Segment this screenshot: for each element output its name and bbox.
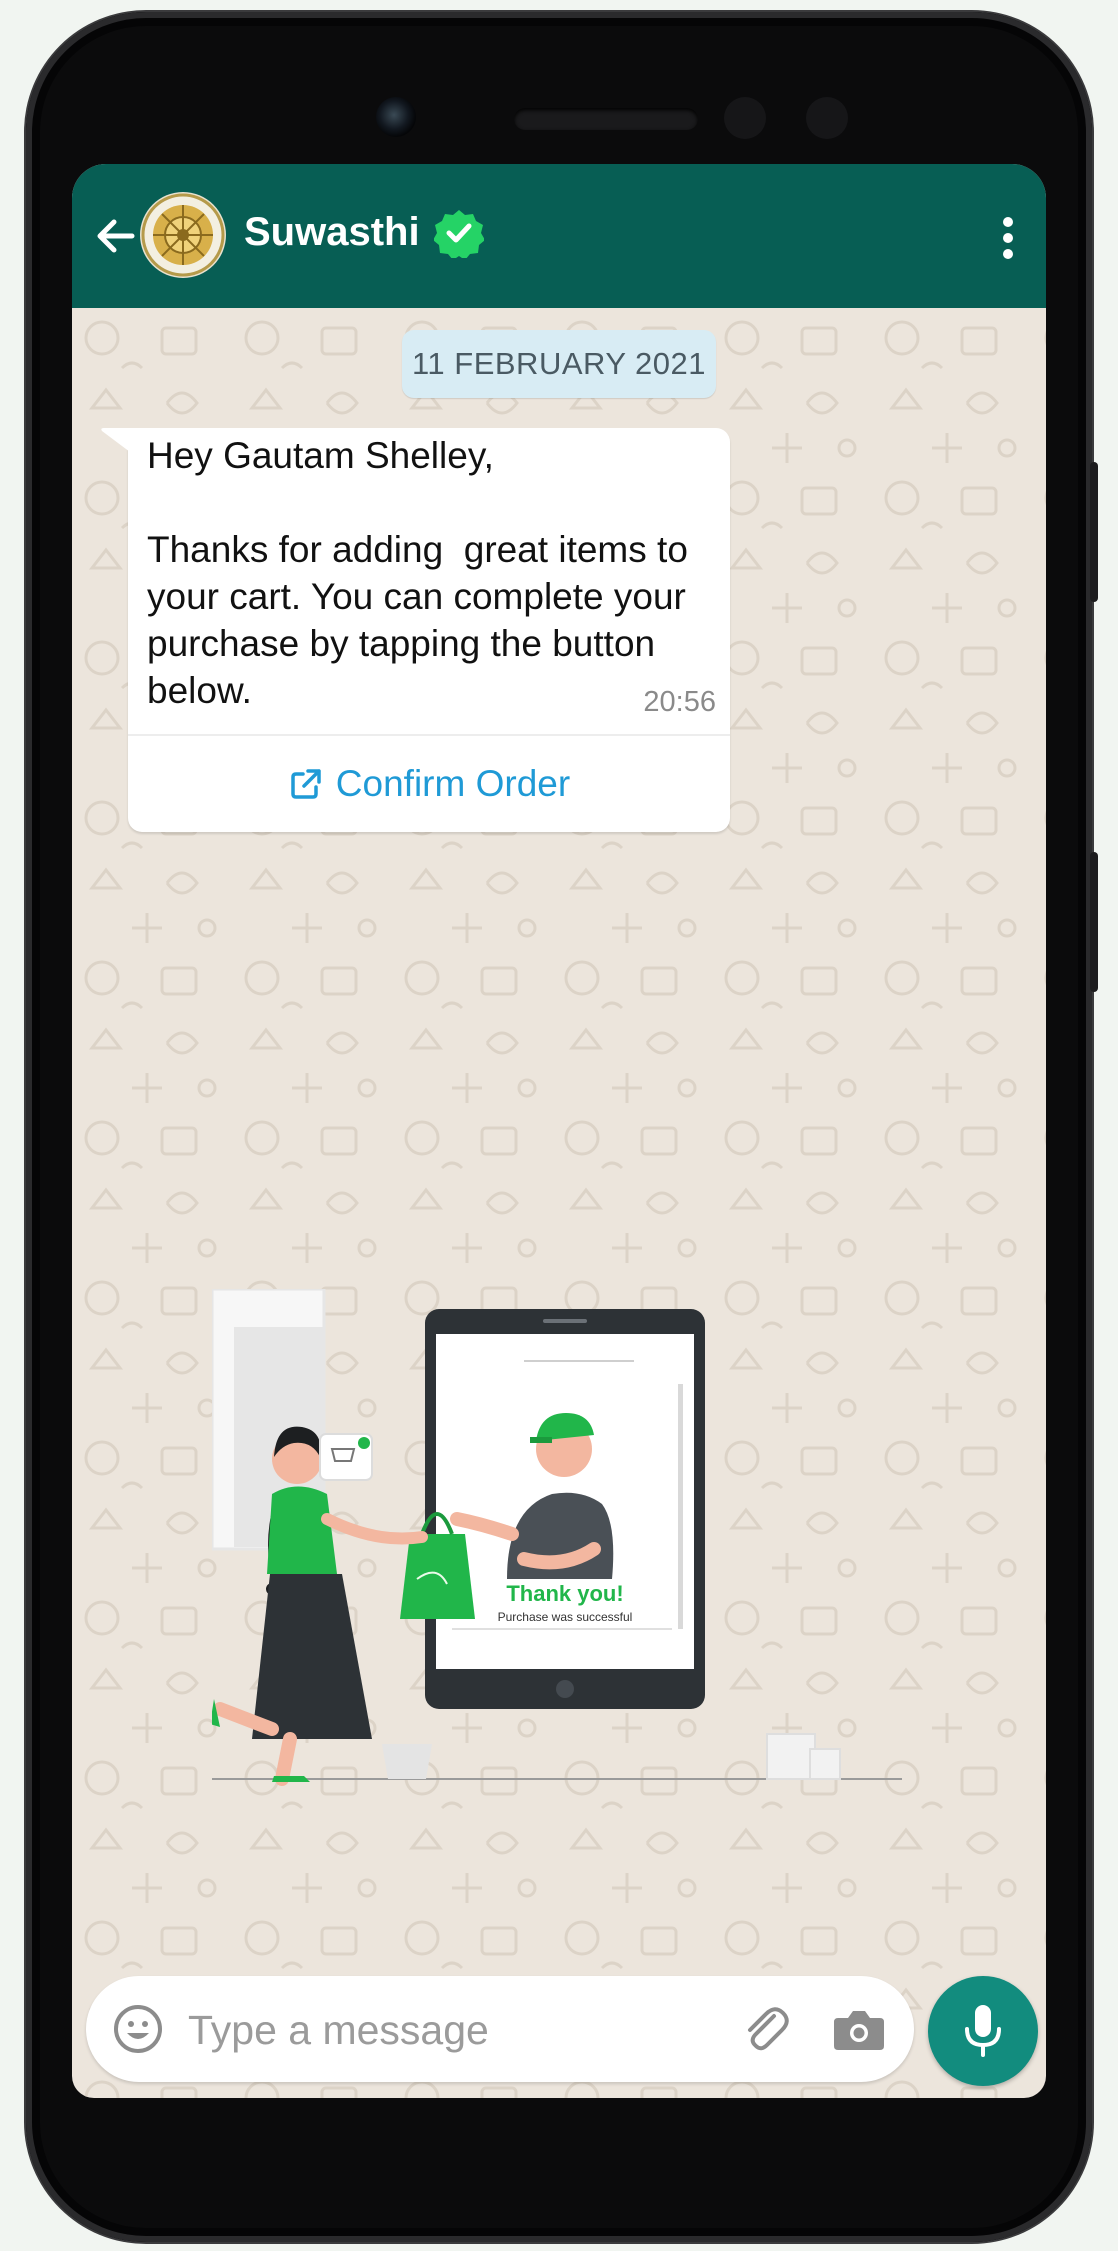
message-composer xyxy=(86,1976,914,2082)
microphone-icon xyxy=(965,2005,1001,2057)
message-timestamp: 20:56 xyxy=(643,686,716,718)
contact-avatar[interactable] xyxy=(140,192,226,278)
power-button xyxy=(1090,852,1098,992)
thank-you-text: Thank you! xyxy=(506,1581,623,1606)
paperclip-icon xyxy=(748,2007,789,2051)
contact-name[interactable]: Suwasthi xyxy=(244,210,420,255)
confirm-order-button[interactable]: Confirm Order xyxy=(128,738,730,830)
emoji-icon xyxy=(114,2005,162,2053)
more-options-button[interactable] xyxy=(978,208,1038,268)
back-button[interactable] xyxy=(88,208,144,264)
purchase-success-illustration: Thank you! Purchase was successful xyxy=(212,1289,902,1786)
chat-screen: Suwasthi 11 FEBRUARY 2021 Hey Gautam She… xyxy=(72,164,1046,2098)
light-sensor xyxy=(806,97,848,139)
chat-header: Suwasthi xyxy=(72,164,1046,308)
camera-button[interactable] xyxy=(832,2004,886,2054)
more-vertical-icon xyxy=(1003,217,1013,259)
proximity-sensor xyxy=(724,97,766,139)
voice-record-button[interactable] xyxy=(928,1976,1038,2086)
date-divider: 11 FEBRUARY 2021 xyxy=(402,330,716,398)
camera-icon xyxy=(834,2011,884,2050)
message-input[interactable] xyxy=(186,1998,630,2062)
confirm-order-label: Confirm Order xyxy=(335,763,571,804)
message-bubble: Hey Gautam Shelley, Thanks for adding gr… xyxy=(101,428,730,832)
bubble-divider xyxy=(128,734,730,736)
earpiece-speaker xyxy=(514,108,698,130)
verified-badge xyxy=(433,208,485,260)
external-link-icon xyxy=(291,769,321,799)
front-camera xyxy=(376,97,416,137)
purchase-success-text: Purchase was successful xyxy=(498,1610,633,1624)
avatar-logo xyxy=(141,193,225,277)
volume-button xyxy=(1090,462,1098,602)
verified-badge-icon xyxy=(433,210,485,260)
back-arrow-icon xyxy=(97,219,135,253)
message-text: Hey Gautam Shelley, Thanks for adding gr… xyxy=(147,435,688,711)
bubble-tail xyxy=(101,428,130,452)
emoji-button[interactable] xyxy=(112,2003,164,2055)
attach-button[interactable] xyxy=(738,2002,794,2058)
